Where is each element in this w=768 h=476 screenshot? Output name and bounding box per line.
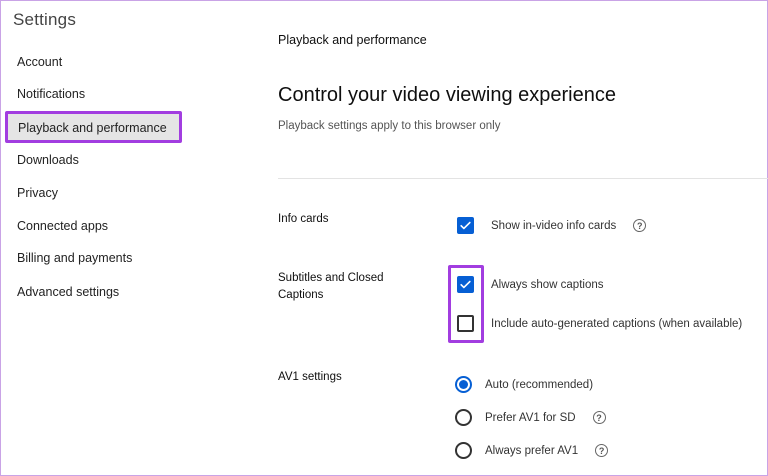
sidebar-item-advanced-settings[interactable]: Advanced settings bbox=[17, 282, 119, 302]
auto-generated-captions-label: Include auto-generated captions (when av… bbox=[491, 317, 743, 330]
info-cards-option[interactable]: Show in-video info cards ? bbox=[457, 217, 647, 234]
help-icon[interactable]: ? bbox=[633, 219, 647, 232]
always-show-captions-label: Always show captions bbox=[491, 278, 604, 291]
page-subtitle: Playback settings apply to this browser … bbox=[278, 120, 501, 132]
info-cards-option-label: Show in-video info cards bbox=[491, 219, 617, 232]
main-content: Playback and performance Control your vi… bbox=[278, 0, 768, 476]
av1-auto-radio[interactable] bbox=[455, 376, 472, 393]
page-title: Control your video viewing experience bbox=[278, 84, 616, 106]
sidebar-item-notifications[interactable]: Notifications bbox=[17, 84, 85, 104]
av1-prefer-sd-label: Prefer AV1 for SD bbox=[485, 411, 576, 424]
radio-selected-dot bbox=[459, 380, 468, 389]
av1-auto-label: Auto (recommended) bbox=[485, 378, 594, 391]
sidebar-item-connected-apps[interactable]: Connected apps bbox=[17, 216, 108, 236]
av1-auto-option[interactable]: Auto (recommended) bbox=[455, 376, 593, 393]
checkmark-icon bbox=[460, 221, 471, 230]
auto-generated-captions-option[interactable]: Include auto-generated captions (when av… bbox=[457, 315, 742, 332]
sidebar: Settings Account Notifications Playback … bbox=[0, 0, 200, 476]
subtitles-label: Subtitles and Closed Captions bbox=[278, 270, 383, 304]
av1-always-prefer-radio[interactable] bbox=[455, 442, 472, 459]
sidebar-item-downloads[interactable]: Downloads bbox=[17, 150, 79, 170]
sidebar-title: Settings bbox=[13, 10, 77, 29]
av1-settings-label: AV1 settings bbox=[278, 371, 342, 383]
subtitles-label-line2: Captions bbox=[278, 289, 324, 301]
av1-always-prefer-label: Always prefer AV1 bbox=[485, 444, 579, 457]
divider bbox=[278, 178, 768, 179]
section-heading: Playback and performance bbox=[278, 33, 427, 47]
av1-prefer-sd-radio[interactable] bbox=[455, 409, 472, 426]
sidebar-item-playback-and-performance[interactable]: Playback and performance bbox=[5, 111, 182, 143]
av1-prefer-sd-option[interactable]: Prefer AV1 for SD ? bbox=[455, 409, 606, 426]
sidebar-item-account[interactable]: Account bbox=[17, 52, 62, 72]
sidebar-item-billing-and-payments[interactable]: Billing and payments bbox=[17, 248, 132, 268]
sidebar-item-privacy[interactable]: Privacy bbox=[17, 183, 58, 203]
captions-highlight-box bbox=[448, 265, 484, 343]
info-cards-checkbox[interactable] bbox=[457, 217, 474, 234]
help-icon[interactable]: ? bbox=[592, 411, 606, 424]
av1-always-prefer-option[interactable]: Always prefer AV1 ? bbox=[455, 442, 609, 459]
subtitles-label-line1: Subtitles and Closed bbox=[278, 272, 384, 284]
info-cards-label: Info cards bbox=[278, 213, 329, 225]
help-icon[interactable]: ? bbox=[595, 444, 609, 457]
